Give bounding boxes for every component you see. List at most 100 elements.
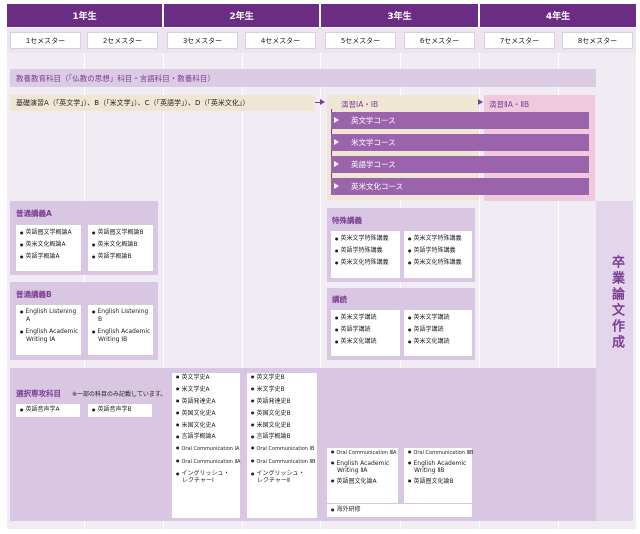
list-item: 英文学史A — [176, 374, 236, 382]
list-item: 英語圏文学概論B — [92, 229, 149, 237]
elective-note: ※一部の科目のみ記載しています。 — [72, 391, 167, 398]
list-item: Oral Communication ⅢB — [408, 450, 474, 456]
list-item: 英米文化特殊講義 — [408, 259, 468, 267]
list-item: English Academic — [92, 328, 151, 336]
list-item: Oral Communication ⅢA — [331, 450, 397, 456]
list-item: 英語学特殊講義 — [408, 247, 468, 255]
elective-col6: Oral Communication ⅢB English Academic W… — [404, 448, 474, 503]
list-item: 米国文化史B — [251, 422, 313, 430]
thesis-label: 卒業論文作成 — [609, 255, 624, 351]
elective-a: 英語音声学A — [16, 404, 80, 417]
general-b-title: 普通講義B — [16, 290, 52, 299]
list-item: English Listening — [20, 308, 77, 316]
arrow-head — [334, 183, 339, 189]
list-item: 英国文化史A — [176, 410, 236, 418]
reading-left: 英米文学講読 英語学講読 英米文化講読 — [331, 310, 400, 356]
semester-5: 5セメスター — [325, 32, 396, 49]
list-item: English Listening — [92, 308, 149, 316]
reading-right: 英米文学講読 英語学講読 英米文化講読 — [404, 310, 472, 356]
general-b-right: English Listening B English Academic Wri… — [88, 305, 153, 355]
general-b-left: English Listening A English Academic Wri… — [16, 305, 81, 355]
list-item-cont: レクチャーⅡ — [257, 477, 290, 485]
arrow-head — [478, 99, 483, 105]
list-item: Oral Communication ⅡB — [251, 459, 316, 466]
year-header-4: 4年生 — [480, 4, 636, 27]
list-item: 海外研修 — [331, 506, 468, 514]
list-item-cont: B — [98, 316, 103, 324]
list-item: Oral Communication ⅡA — [176, 459, 241, 466]
elective-b: 英語音声学B — [88, 404, 152, 417]
semester-7: 7セメスター — [484, 32, 555, 49]
semester-6: 6セメスター — [404, 32, 475, 49]
elective-overseas: 海外研修 — [327, 504, 472, 517]
general-a-title: 普通講義A — [16, 209, 52, 218]
special-right: 英米文学特殊講義 英語学特殊講義 英米文化特殊講義 — [404, 231, 472, 278]
seminar-2-label: 演習ⅡA・ⅡB — [489, 100, 530, 109]
list-item: 英語音声学B — [92, 406, 148, 414]
list-item: 言語学概論B — [251, 434, 313, 441]
semester-4: 4セメスター — [245, 32, 316, 49]
list-item-cont: Writing ⅡB — [414, 467, 445, 475]
course-anglo-american-culture: 英米文化コース — [331, 178, 589, 195]
list-item: 英米文化講読 — [335, 338, 396, 346]
list-item-cont: レクチャーⅠ — [182, 477, 214, 485]
list-item: 英語学講読 — [335, 326, 396, 334]
list-item: 英国文化史B — [251, 410, 313, 418]
list-item: 米国文化史A — [176, 422, 236, 430]
list-item: Oral Communication ⅠA — [176, 446, 240, 453]
list-item: 英米文化概論A — [20, 241, 77, 249]
course-english-linguistics: 英語学コース — [331, 156, 589, 173]
list-item: 英語圏文学概論A — [20, 229, 77, 237]
year-header-3: 3年生 — [321, 4, 478, 27]
list-item: 米文学史A — [176, 386, 236, 394]
general-a-left: 英語圏文学概論A 英米文化概論A 英語学概論A — [16, 225, 81, 271]
thesis-band — [596, 201, 633, 521]
list-item-cont: Writing ⅠB — [98, 336, 128, 344]
semester-3: 3セメスター — [167, 32, 238, 49]
arrow-head — [334, 139, 339, 145]
list-item: English Academic — [408, 460, 468, 467]
elective-col3: 英文学史A 米文学史A 英語発達史A 英国文化史A 米国文化史A 言語学概論A … — [172, 373, 240, 518]
list-item: 英語圏文化論B — [408, 478, 468, 485]
list-item: 英語学講読 — [408, 326, 468, 334]
list-item: 英文学史B — [251, 374, 313, 382]
special-title: 特殊講義 — [332, 216, 362, 225]
semester-8: 8セメスター — [562, 32, 633, 49]
semester-1: 1セメスター — [10, 32, 81, 49]
list-item: 英米文学特殊講義 — [335, 235, 396, 243]
list-item: 英語発達史B — [251, 398, 313, 406]
list-item: 英米文化特殊講義 — [335, 259, 396, 267]
arrow-head — [334, 161, 339, 167]
list-item: 英語学概論B — [92, 253, 149, 261]
arrow-head — [320, 99, 325, 105]
year-header-1: 1年生 — [7, 4, 162, 27]
list-item: 米文学史B — [251, 386, 313, 394]
list-item: 英語学特殊講義 — [335, 247, 396, 255]
special-left: 英米文学特殊講義 英語学特殊講義 英米文化特殊講義 — [331, 231, 400, 278]
elective-col5: Oral Communication ⅢA English Academic W… — [327, 448, 398, 503]
list-item: 英語音声学A — [20, 406, 76, 414]
year-header-2: 2年生 — [164, 4, 319, 27]
list-item: Oral Communication ⅠB — [251, 446, 315, 453]
elective-col4: 英文学史B 米文学史B 英語発達史B 英国文化史B 米国文化史B 言語学概論B … — [247, 373, 317, 518]
list-item-cont: Writing ⅡA — [337, 467, 368, 475]
semester-2: 2セメスター — [87, 32, 158, 49]
list-item: 英米文化概論B — [92, 241, 149, 249]
list-item: 英米文学講読 — [335, 314, 396, 322]
list-item-cont: Writing ⅠA — [26, 336, 56, 344]
list-item: 英語学概論A — [20, 253, 77, 261]
course-american-literature: 米文学コース — [331, 134, 589, 151]
course-english-literature: 英文学コース — [331, 112, 589, 129]
basic-seminar-label: 基礎演習A（「英文学」）、B（「米文学」）、C（「英語学」）、D（「英米文化」） — [16, 99, 250, 107]
list-item: 英語圏文化論A — [331, 478, 394, 485]
seminar-1-label: 演習ⅠA・ⅠB — [341, 100, 379, 109]
list-item: 英米文学特殊講義 — [408, 235, 468, 243]
list-item: 英米文学講読 — [408, 314, 468, 322]
general-a-right: 英語圏文学概論B 英米文化概論B 英語学概論B — [88, 225, 153, 271]
arrow-head — [334, 117, 339, 123]
list-item: 言語学概論A — [176, 434, 236, 441]
list-item: English Academic — [20, 328, 79, 336]
list-item: 英米文化講読 — [408, 338, 468, 346]
liberal-arts-label: 教養教育科目（「仏教の思想」科目・言語科目・教養科目） — [16, 74, 215, 83]
list-item: English Academic — [331, 460, 394, 467]
